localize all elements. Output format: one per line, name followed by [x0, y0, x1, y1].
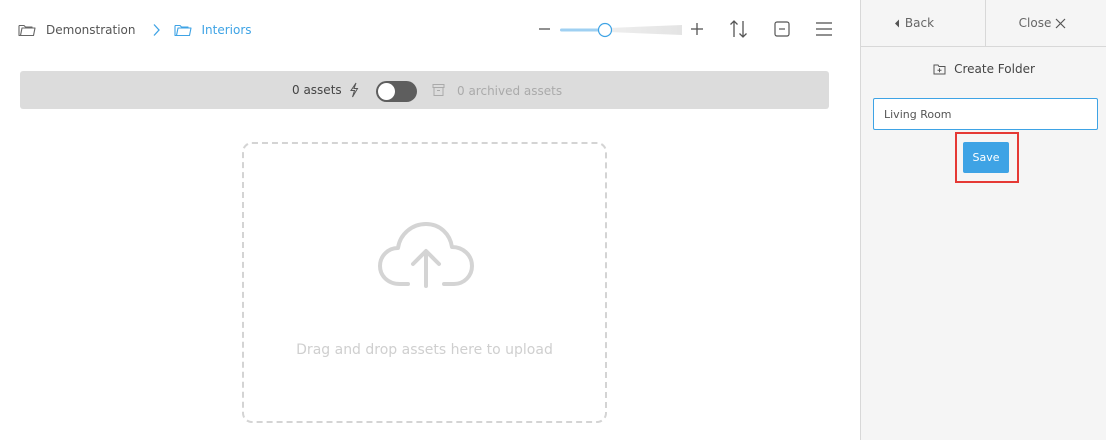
save-button[interactable]: Save	[963, 142, 1009, 173]
cloud-upload-icon	[378, 222, 474, 288]
close-label: Close	[1018, 16, 1052, 30]
zoom-slider[interactable]	[560, 22, 682, 38]
folder-open-icon	[173, 24, 192, 37]
plus-icon[interactable]	[688, 18, 706, 40]
breadcrumb: Demonstration Interiors	[18, 20, 252, 40]
main-area: Demonstration Interiors 0 assets 0 archi…	[0, 0, 860, 440]
archive-icon	[432, 84, 445, 96]
archived-count: 0 archived assets	[457, 84, 563, 98]
breadcrumb-label: Demonstration	[46, 23, 136, 37]
close-icon	[1055, 18, 1066, 28]
breadcrumb-item-interiors[interactable]: Interiors	[173, 23, 252, 37]
minus-icon[interactable]	[536, 18, 552, 40]
assets-count: 0 assets	[292, 83, 342, 97]
menu-icon[interactable]	[814, 19, 834, 39]
create-folder-label: Create Folder	[954, 62, 1035, 76]
show-archived-toggle[interactable]	[376, 81, 417, 102]
close-button[interactable]: Close	[986, 0, 1106, 46]
bolt-icon	[350, 82, 359, 98]
create-folder-panel: Back Close Create Folder Save	[860, 0, 1106, 440]
toggle-knob	[378, 83, 395, 100]
folder-name-input[interactable]	[873, 98, 1098, 130]
panel-header: Back Close	[861, 0, 1106, 47]
breadcrumb-label: Interiors	[201, 23, 252, 37]
folder-icon	[18, 24, 36, 37]
zoom-slider-handle	[597, 22, 613, 38]
collapse-icon[interactable]	[773, 19, 791, 39]
back-label: Back	[904, 16, 935, 30]
chevron-right-icon	[153, 24, 160, 36]
create-folder-title: Create Folder	[861, 60, 1106, 78]
upload-dropzone[interactable]: Drag and drop assets here to upload	[242, 142, 607, 423]
folder-plus-icon	[933, 64, 946, 75]
dropzone-text: Drag and drop assets here to upload	[296, 342, 553, 358]
sort-icon[interactable]	[728, 18, 750, 40]
back-button[interactable]: Back	[861, 0, 985, 46]
chevron-left-icon	[894, 19, 899, 27]
assets-info-bar: 0 assets 0 archived assets	[20, 71, 829, 109]
breadcrumb-item-demonstration[interactable]: Demonstration	[18, 23, 136, 37]
